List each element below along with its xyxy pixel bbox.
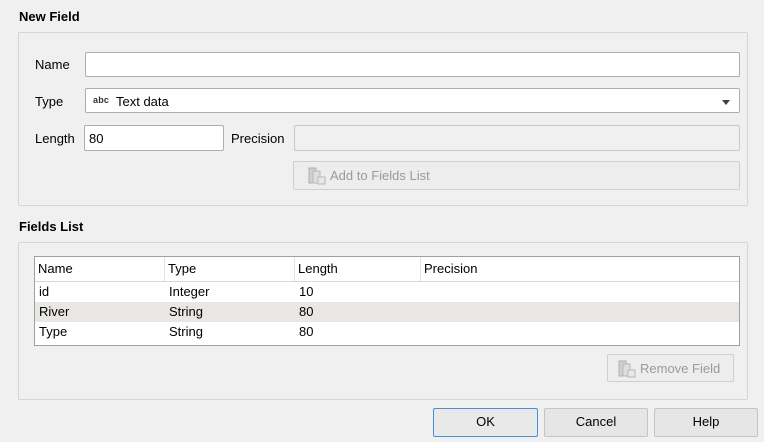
name-input[interactable] <box>85 52 740 77</box>
table-row[interactable]: Type String 80 <box>35 322 739 342</box>
cell-type: String <box>169 324 203 339</box>
table-row[interactable]: id Integer 10 <box>35 282 739 302</box>
remove-field-button[interactable]: Remove Field <box>607 354 734 382</box>
add-button-label: Add to Fields List <box>330 168 430 183</box>
add-field-icon <box>308 167 326 185</box>
cell-length: 80 <box>299 324 314 339</box>
remove-button-label: Remove Field <box>640 361 721 376</box>
table-header: Name Type Length Precision <box>35 257 739 282</box>
length-input[interactable]: 80 <box>84 125 224 151</box>
column-header-type[interactable]: Type <box>165 257 295 281</box>
type-label: Type <box>35 94 64 109</box>
cell-name: Type <box>39 324 68 339</box>
column-header-name[interactable]: Name <box>35 257 165 281</box>
ok-button[interactable]: OK <box>433 408 538 437</box>
new-field-title: New Field <box>19 9 80 24</box>
cell-name: id <box>39 284 50 299</box>
length-label: Length <box>35 131 75 146</box>
cancel-label: Cancel <box>575 414 617 429</box>
column-header-length[interactable]: Length <box>295 257 421 281</box>
type-select[interactable]: abc Text data <box>85 88 740 113</box>
help-button[interactable]: Help <box>654 408 758 437</box>
add-to-fields-list-button[interactable]: Add to Fields List <box>293 161 740 190</box>
cancel-button[interactable]: Cancel <box>544 408 648 437</box>
dropdown-arrow-icon <box>722 100 730 105</box>
type-value: Text data <box>116 94 169 109</box>
cell-length: 10 <box>299 284 314 299</box>
column-header-precision[interactable]: Precision <box>421 257 741 281</box>
fields-table[interactable]: Name Type Length Precision id Integer 10… <box>34 256 740 346</box>
text-data-icon: abc <box>93 95 110 105</box>
name-label: Name <box>35 57 70 72</box>
cell-type: Integer <box>169 284 210 299</box>
length-value: 80 <box>89 131 104 146</box>
precision-input[interactable] <box>294 125 740 151</box>
table-row[interactable]: River String 80 <box>35 302 739 322</box>
remove-field-icon <box>618 360 636 378</box>
help-label: Help <box>692 414 720 429</box>
ok-label: OK <box>476 414 495 429</box>
precision-label: Precision <box>231 131 285 146</box>
fields-list-title: Fields List <box>19 219 84 234</box>
cell-type: String <box>169 304 203 319</box>
cell-name: River <box>39 304 70 319</box>
cell-length: 80 <box>299 304 314 319</box>
